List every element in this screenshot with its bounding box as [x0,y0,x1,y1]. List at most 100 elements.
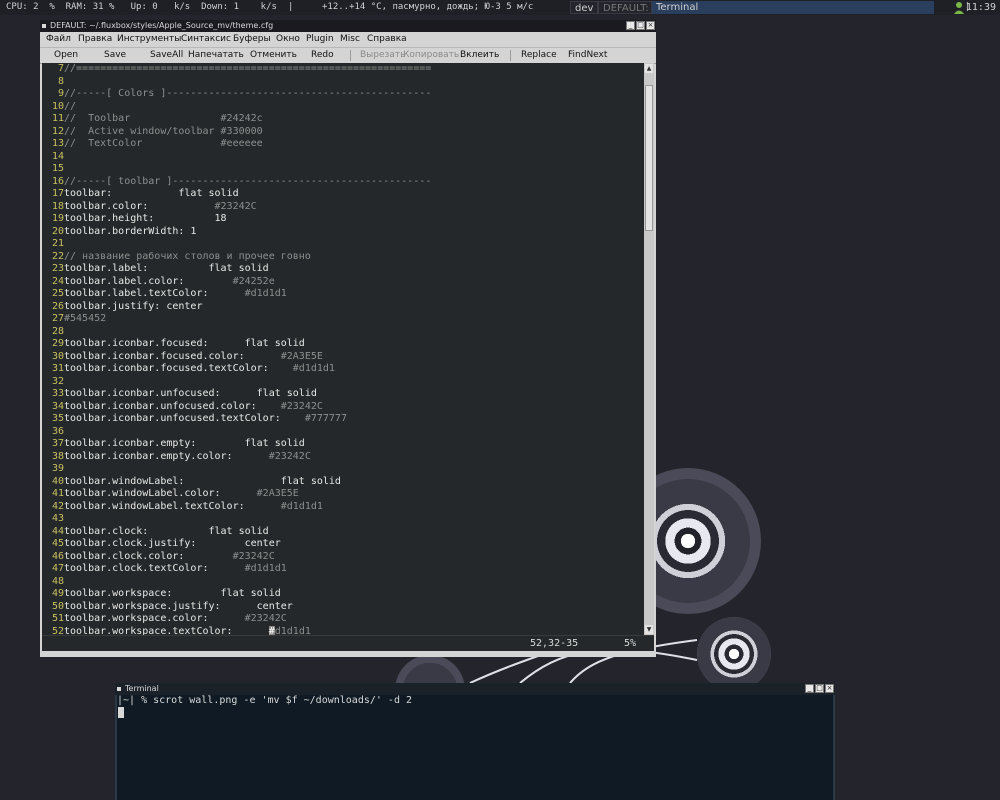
editor-titlebar[interactable]: DEFAULT: ~/.fluxbox/styles/Apple_Source_… [40,20,656,32]
code-line[interactable]: 40toolbar.windowLabel: flat solid [42,476,654,489]
code-line[interactable]: 22// название рабочих столов и прочее го… [42,251,654,264]
toolbar-separator [350,50,351,61]
code-line[interactable]: 30toolbar.iconbar.focused.color: #2A3E5E [42,351,654,364]
code-editor[interactable]: 7//=====================================… [42,63,654,635]
menu-window[interactable]: Окно [276,32,300,47]
minimize-icon[interactable]: _ [805,684,814,693]
code-line[interactable]: 33toolbar.iconbar.unfocused: flat solid [42,388,654,401]
line-text: toolbar.clock: flat solid [64,525,269,537]
system-stats: CPU: 2 % RAM: 31 % Up: 0 k/s Down: 1 k/s [6,2,277,12]
findnext-button[interactable]: FindNext [568,48,607,63]
maximize-icon[interactable]: □ [815,684,824,693]
code-line[interactable]: 50toolbar.workspace.justify: center [42,601,654,614]
editor-window: DEFAULT: ~/.fluxbox/styles/Apple_Source_… [40,20,656,657]
code-line[interactable]: 38toolbar.iconbar.empty.color: #23242C [42,451,654,464]
replace-button[interactable]: Replace [521,48,557,63]
code-line[interactable]: 27#545452 [42,313,654,326]
window-menu-icon[interactable] [42,24,46,28]
line-number: 38 [51,450,64,462]
copy-button[interactable]: Копировать [403,48,459,63]
terminal-command-line: |~| % scrot wall.png -e 'mv $f ~/downloa… [117,695,413,706]
line-number: 37 [51,438,64,449]
close-icon[interactable]: × [646,21,655,30]
print-button[interactable]: Напечатать [188,48,244,63]
code-line[interactable]: 34toolbar.iconbar.unfocused.color: #2324… [42,401,654,414]
menu-edit[interactable]: Правка [78,32,112,47]
maximize-icon[interactable]: □ [636,21,645,30]
code-line[interactable]: 45toolbar.clock.justify: center [42,538,654,551]
code-line[interactable]: 17toolbar: flat solid [42,188,654,201]
code-line[interactable]: 29toolbar.iconbar.focused: flat solid [42,338,654,351]
code-line[interactable]: 8 [42,76,654,89]
code-line[interactable]: 46toolbar.clock.color: #23242C [42,551,654,564]
menu-misc[interactable]: Misc [340,32,360,47]
minimize-icon[interactable]: _ [626,21,635,30]
undo-button[interactable]: Отменить [250,48,297,63]
code-line[interactable]: 37toolbar.iconbar.empty: flat solid [42,438,654,451]
code-line[interactable]: 24toolbar.label.color: #24252e [42,276,654,289]
menu-buffers[interactable]: Буферы [233,32,271,47]
code-line[interactable]: 20toolbar.borderWidth: 1 [42,226,654,239]
code-line[interactable]: 10// [42,101,654,114]
code-line[interactable]: 36 [42,426,654,439]
scrollbar-thumb[interactable] [645,85,653,231]
open-button[interactable]: Open [54,48,78,63]
code-line[interactable]: 51toolbar.workspace.color: #23242C [42,613,654,626]
line-number: 45 [51,538,64,549]
menu-syntax[interactable]: Синтаксис [181,32,231,47]
redo-button[interactable]: Redo [311,48,334,63]
menu-tools[interactable]: Инструменты [117,32,181,47]
code-line[interactable]: 43 [42,513,654,526]
code-line[interactable]: 49toolbar.workspace: flat solid [42,588,654,601]
code-line[interactable]: 32 [42,376,654,389]
line-text: toolbar.label: flat solid [64,263,269,274]
window-menu-icon[interactable] [117,687,121,691]
line-number: 50 [51,600,64,612]
menu-help[interactable]: Справка [367,32,407,47]
code-line[interactable]: 13// TextColor #eeeeee [42,138,654,151]
code-line[interactable]: 11// Toolbar #24242c [42,113,654,126]
cut-button[interactable]: Вырезать [360,48,405,63]
menu-bar: Файл Правка Инструменты Синтаксис Буферы… [40,32,656,48]
terminal-body[interactable]: |~| % scrot wall.png -e 'mv $f ~/downloa… [117,695,833,800]
saveall-button[interactable]: SaveAll [150,48,183,63]
scroll-up-icon[interactable]: ▲ [645,64,653,73]
code-line[interactable]: 25toolbar.label.textColor: #d1d1d1 [42,288,654,301]
code-line[interactable]: 23toolbar.label: flat solid [42,263,654,276]
code-line[interactable]: 42toolbar.windowLabel.textColor: #d1d1d1 [42,501,654,514]
code-line[interactable]: 9//-----[ Colors ]----------------------… [42,88,654,101]
code-line[interactable]: 14 [42,151,654,164]
workspace-terminal[interactable]: Terminal [652,1,934,14]
code-line[interactable]: 31toolbar.iconbar.focused.textColor: #d1… [42,363,654,376]
close-icon[interactable]: × [825,684,834,693]
line-text: toolbar.iconbar.unfocused.textColor: [64,413,305,424]
menu-plugin[interactable]: Plugin [306,32,334,47]
terminal-titlebar[interactable]: Terminal _ □ × [115,683,835,695]
code-line[interactable]: 26toolbar.justify: center [42,301,654,314]
menu-file[interactable]: Файл [46,32,71,47]
code-line[interactable]: 7//=====================================… [42,63,654,76]
code-line[interactable]: 16//-----[ toolbar ]--------------------… [42,176,654,189]
code-line[interactable]: 15 [42,163,654,176]
line-number: 20 [51,225,64,237]
scroll-down-icon[interactable]: ▼ [645,625,653,634]
workspace-default[interactable]: DEFAULT: [598,1,652,14]
line-color-value: #2A3E5E [256,488,299,499]
code-line[interactable]: 47toolbar.clock.textColor: #d1d1d1 [42,563,654,576]
code-line[interactable]: 39 [42,463,654,476]
workspace-dev[interactable]: dev [570,1,598,14]
code-line[interactable]: 44toolbar.clock: flat solid [42,526,654,539]
code-line[interactable]: 41toolbar.windowLabel.color: #2A3E5E [42,488,654,501]
code-line[interactable]: 28 [42,326,654,339]
line-color-value: #777777 [304,413,347,424]
save-button[interactable]: Save [104,48,126,63]
code-line[interactable]: 52toolbar.workspace.textColor: #d1d1d1 [42,625,654,635]
code-line[interactable]: 12// Active window/toolbar #330000 [42,126,654,139]
code-line[interactable]: 19toolbar.height: 18 [42,213,654,226]
code-line[interactable]: 48 [42,576,654,589]
code-line[interactable]: 35toolbar.iconbar.unfocused.textColor: #… [42,413,654,426]
code-line[interactable]: 18toolbar.color: #23242C [42,201,654,214]
vertical-scrollbar[interactable]: ▲ ▼ [644,63,654,635]
code-line[interactable]: 21 [42,238,654,251]
paste-button[interactable]: Вклеить [460,48,499,63]
